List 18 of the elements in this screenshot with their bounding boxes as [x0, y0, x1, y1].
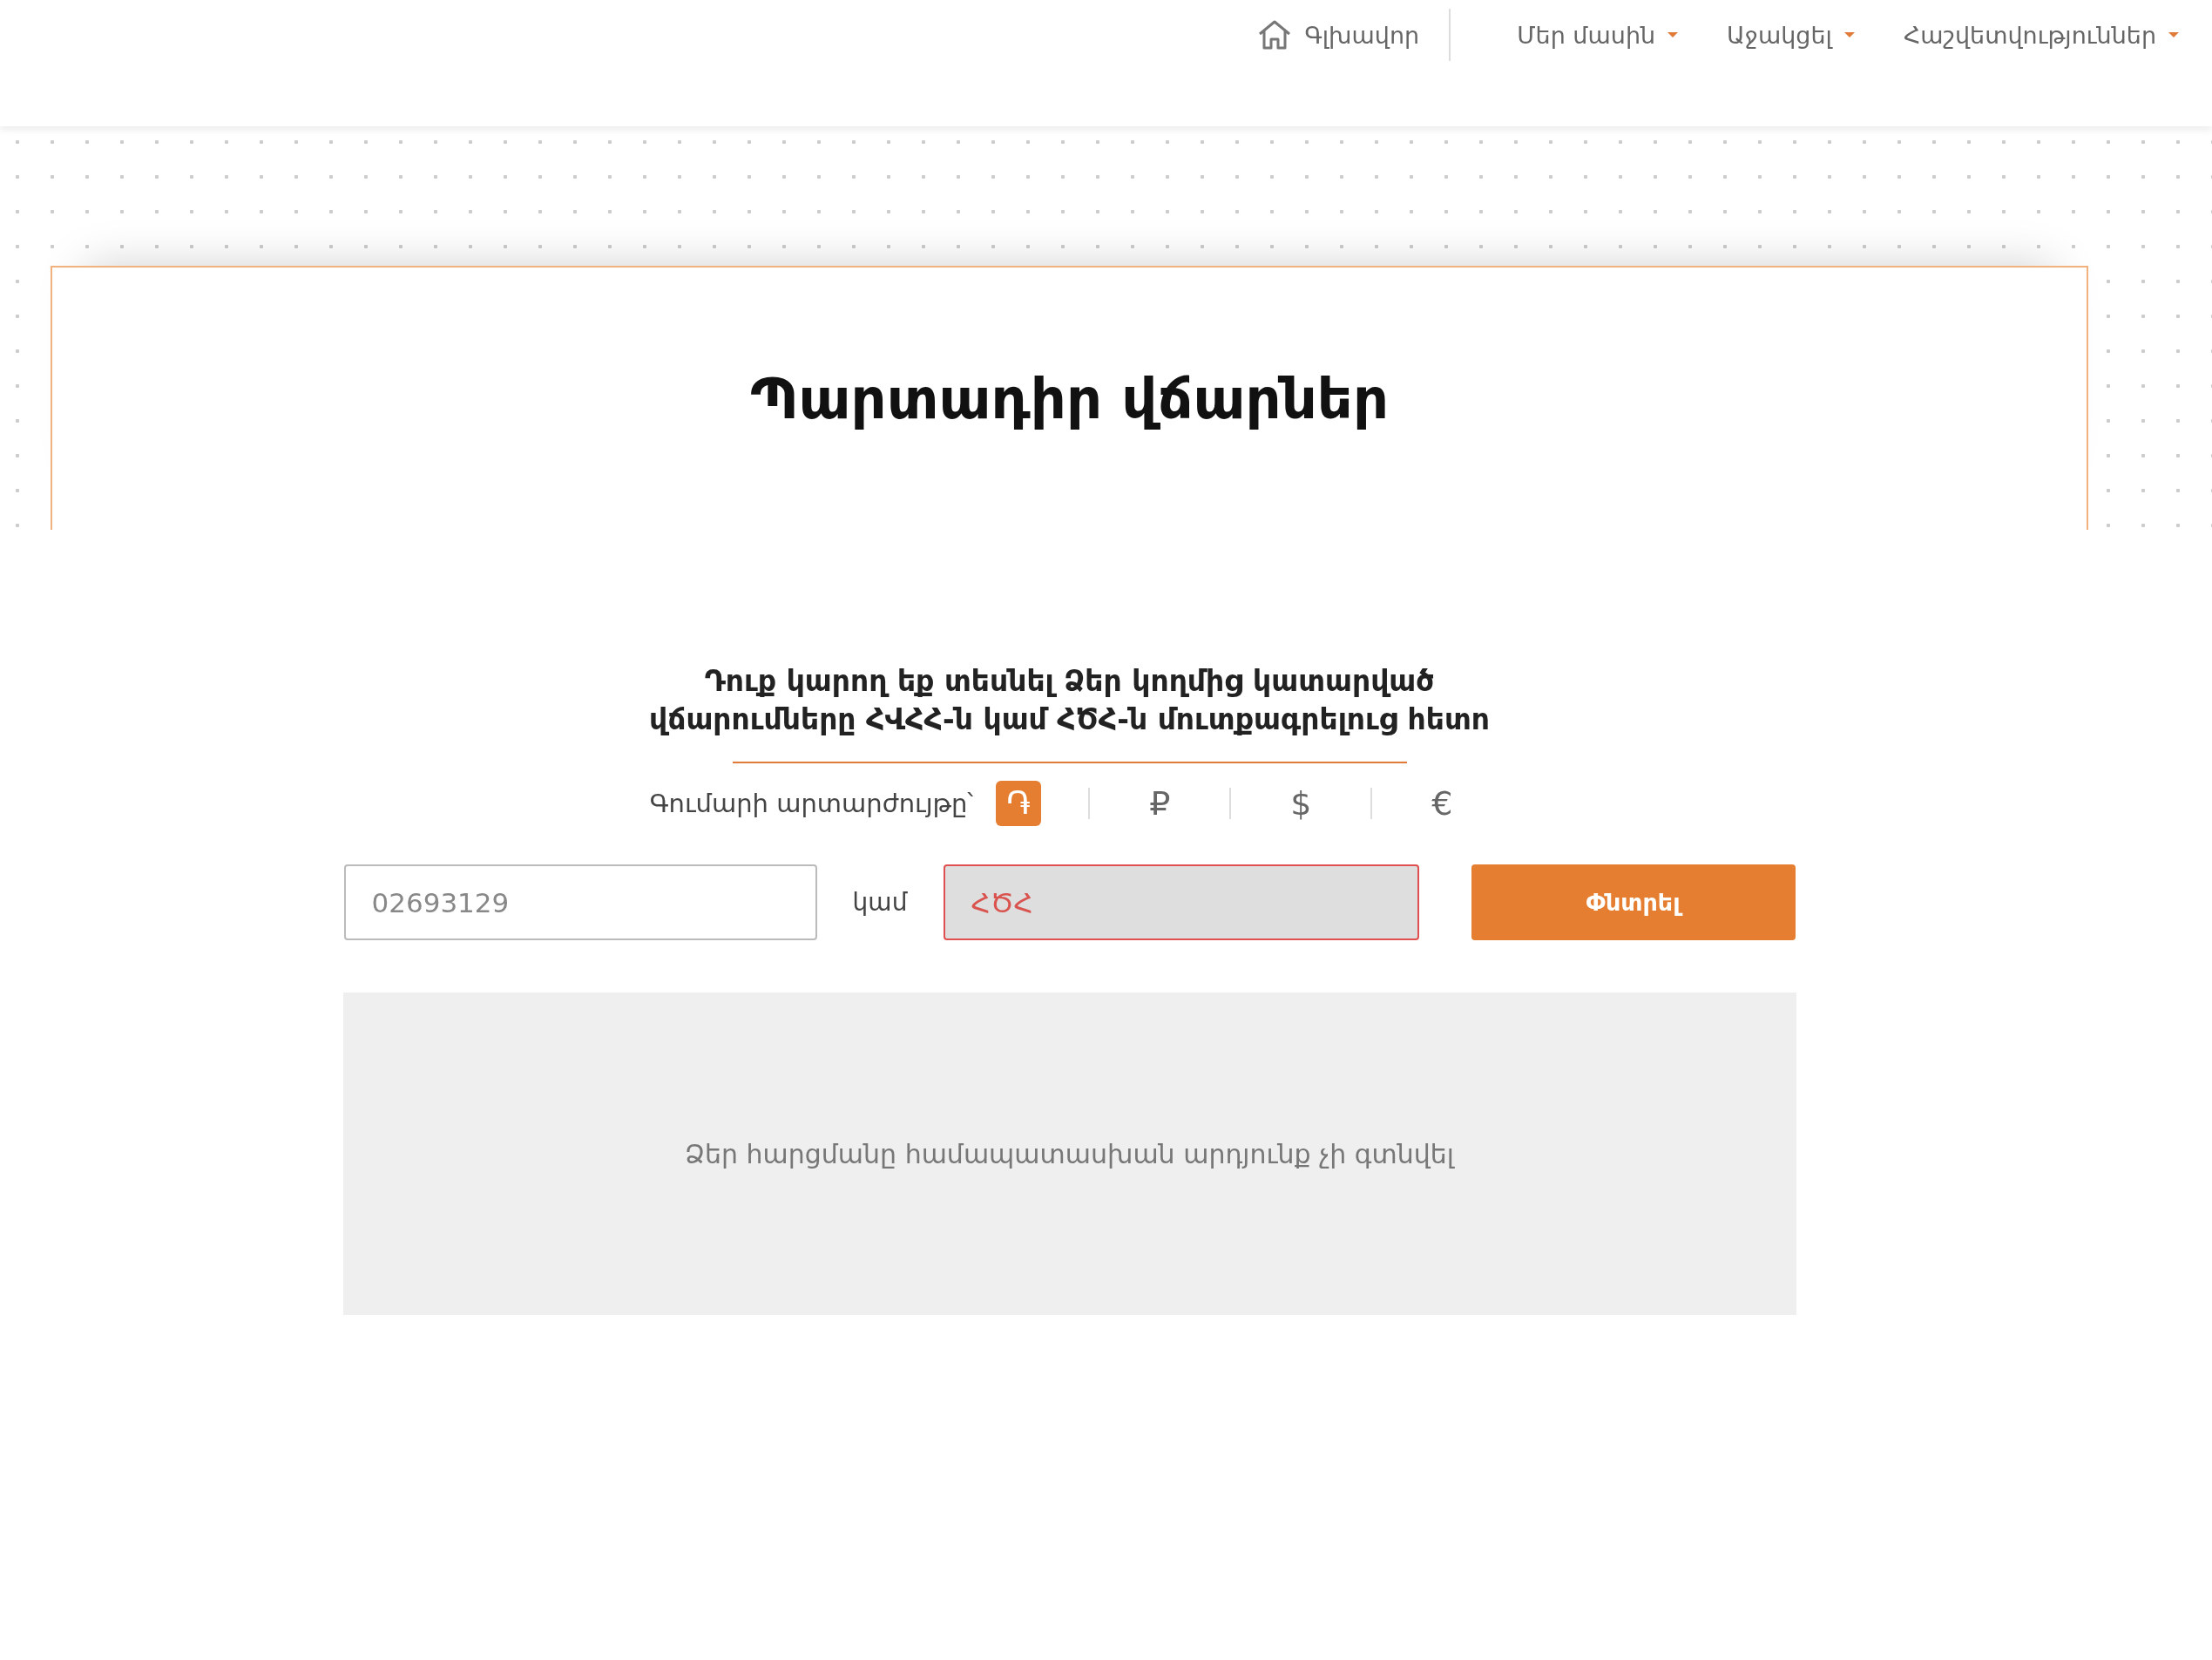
currency-button[interactable]: ₽	[1137, 781, 1183, 826]
caret-icon	[2168, 32, 2179, 37]
empty-message: Ձեր հարցմանը համապատասխան արդյունք չի գտնվել	[685, 1138, 1454, 1169]
nav-dropdown[interactable]: Աջակցել	[1702, 17, 1879, 52]
home-icon	[1257, 19, 1293, 51]
home-link[interactable]: Գլխավոր	[1257, 17, 1444, 52]
nav-dropdown[interactable]: Մեր մասին	[1492, 17, 1703, 52]
currency-button[interactable]: €	[1419, 781, 1465, 826]
caret-icon	[1667, 32, 1679, 37]
currency-button[interactable]: $	[1278, 781, 1324, 826]
or-label: կամ	[851, 888, 909, 917]
page-title: Պարտադիր վճարներ	[750, 366, 1389, 433]
caret-icon	[1843, 32, 1855, 37]
nav-dropdown[interactable]: Հաշվետվություններ	[1878, 17, 2203, 52]
input-field[interactable]: 02693129	[343, 864, 817, 940]
input-field[interactable]: ՀԾՀ	[943, 864, 1419, 940]
subtitle: Դուք կարող եք տեսնել Ձեր կողմից կատարված վճարումները ՀՎՀՀ-ն կամ ՀԾՀ-ն մուտքագրելուց հետո	[649, 663, 1490, 738]
currency-label: Գումարի արտարժույթը՝	[649, 789, 974, 818]
